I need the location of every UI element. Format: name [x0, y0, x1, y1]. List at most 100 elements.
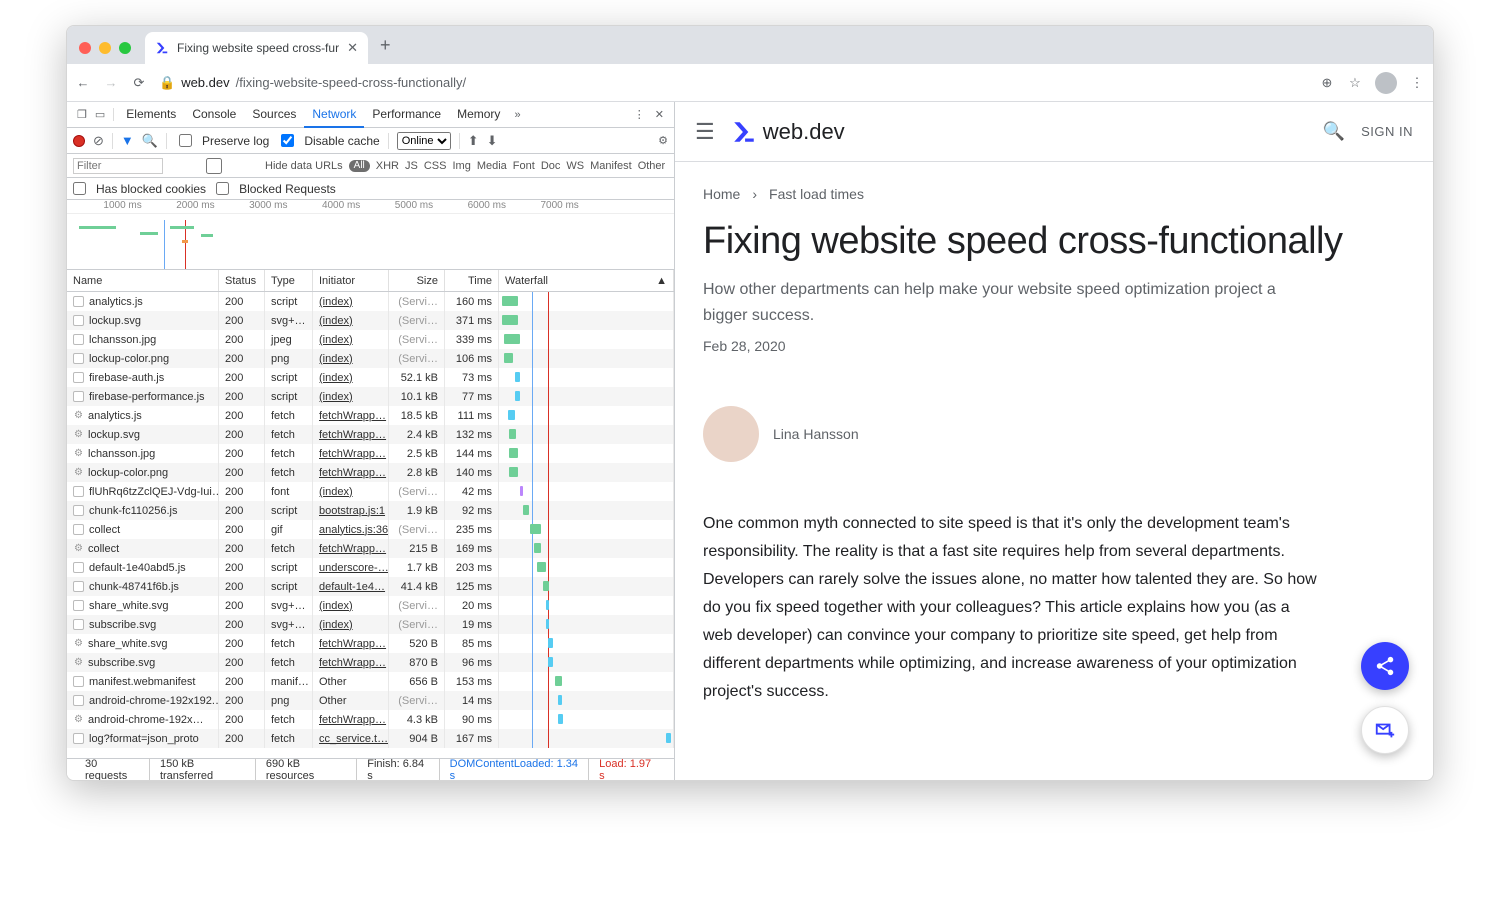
- filter-type-doc[interactable]: Doc: [541, 160, 561, 172]
- network-row[interactable]: ⚙lchansson.jpg200fetchfetchWrapp…2.5 kB1…: [67, 444, 674, 463]
- devtools-tab-network[interactable]: Network: [304, 102, 364, 128]
- breadcrumb-item[interactable]: Fast load times: [769, 186, 864, 202]
- import-har-icon[interactable]: ⬆: [468, 133, 479, 149]
- devtools-tab-performance[interactable]: Performance: [364, 102, 449, 128]
- inspect-icon[interactable]: ❐: [73, 108, 91, 121]
- request-initiator[interactable]: fetchWrapp…: [313, 425, 389, 444]
- filter-type-js[interactable]: JS: [405, 160, 418, 172]
- disable-cache-checkbox[interactable]: [281, 134, 294, 147]
- settings-gear-icon[interactable]: ⚙: [658, 134, 668, 147]
- col-size[interactable]: Size: [389, 270, 445, 291]
- close-tab-icon[interactable]: ✕: [347, 40, 358, 56]
- filter-type-manifest[interactable]: Manifest: [590, 160, 632, 172]
- request-initiator[interactable]: (index): [313, 368, 389, 387]
- clear-button[interactable]: ⊘: [93, 133, 104, 149]
- has-blocked-cookies-checkbox[interactable]: [73, 182, 86, 195]
- request-initiator[interactable]: (index): [313, 387, 389, 406]
- network-row[interactable]: chunk-fc110256.js200scriptbootstrap.js:1…: [67, 501, 674, 520]
- search-icon[interactable]: 🔍: [1323, 121, 1345, 142]
- new-tab-button[interactable]: +: [374, 35, 397, 64]
- close-devtools-icon[interactable]: ✕: [655, 108, 664, 121]
- request-initiator[interactable]: (index): [313, 292, 389, 311]
- col-name[interactable]: Name: [67, 270, 219, 291]
- filter-input[interactable]: [73, 158, 163, 174]
- share-fab[interactable]: [1361, 642, 1409, 690]
- request-initiator[interactable]: fetchWrapp…: [313, 539, 389, 558]
- network-row[interactable]: ⚙collect200fetchfetchWrapp…215 B169 ms: [67, 539, 674, 558]
- network-row[interactable]: lockup.svg200svg+…(index)(Servi…371 ms: [67, 311, 674, 330]
- more-tabs-icon[interactable]: »: [508, 109, 526, 121]
- forward-button[interactable]: →: [103, 75, 119, 90]
- site-logo[interactable]: web.dev: [731, 119, 845, 145]
- network-row[interactable]: manifest.webmanifest200manif…Other656 B1…: [67, 672, 674, 691]
- filter-type-all[interactable]: All: [349, 160, 370, 172]
- sign-in-button[interactable]: SIGN IN: [1361, 124, 1413, 139]
- network-row[interactable]: firebase-auth.js200script(index)52.1 kB7…: [67, 368, 674, 387]
- network-row[interactable]: lchansson.jpg200jpeg(index)(Servi…339 ms: [67, 330, 674, 349]
- request-initiator[interactable]: fetchWrapp…: [313, 653, 389, 672]
- author-name[interactable]: Lina Hansson: [773, 426, 859, 442]
- device-toggle-icon[interactable]: ▭: [91, 108, 114, 121]
- request-initiator[interactable]: (index): [313, 330, 389, 349]
- hamburger-menu-icon[interactable]: ☰: [695, 119, 715, 145]
- network-row[interactable]: chunk-48741f6b.js200scriptdefault-1e4…41…: [67, 577, 674, 596]
- col-type[interactable]: Type: [265, 270, 313, 291]
- request-initiator[interactable]: (index): [313, 615, 389, 634]
- network-row[interactable]: ⚙android-chrome-192x…200fetchfetchWrapp……: [67, 710, 674, 729]
- breadcrumb-item[interactable]: Home: [703, 186, 740, 202]
- request-initiator[interactable]: fetchWrapp…: [313, 444, 389, 463]
- preserve-log-checkbox[interactable]: [179, 134, 192, 147]
- filter-type-media[interactable]: Media: [477, 160, 507, 172]
- record-button[interactable]: [73, 135, 85, 147]
- reload-button[interactable]: ⟳: [131, 75, 147, 91]
- minimize-window-icon[interactable]: [99, 42, 111, 54]
- network-row[interactable]: flUhRq6tzZclQEJ-Vdg-Iui…200font(index)(S…: [67, 482, 674, 501]
- filter-type-xhr[interactable]: XHR: [376, 160, 399, 172]
- col-time[interactable]: Time: [445, 270, 499, 291]
- devtools-tab-sources[interactable]: Sources: [244, 102, 304, 128]
- filter-type-ws[interactable]: WS: [566, 160, 584, 172]
- blocked-requests-checkbox[interactable]: [216, 182, 229, 195]
- request-initiator[interactable]: (index): [313, 349, 389, 368]
- back-button[interactable]: ←: [75, 75, 91, 90]
- request-initiator[interactable]: analytics.js:36: [313, 520, 389, 539]
- filter-type-other[interactable]: Other: [638, 160, 666, 172]
- network-row[interactable]: ⚙subscribe.svg200fetchfetchWrapp…870 B96…: [67, 653, 674, 672]
- request-initiator[interactable]: (index): [313, 311, 389, 330]
- network-row[interactable]: analytics.js200script(index)(Servi…160 m…: [67, 292, 674, 311]
- network-row[interactable]: log?format=json_proto200fetchcc_service.…: [67, 729, 674, 748]
- search-icon[interactable]: 🔍: [142, 133, 158, 149]
- devtools-overflow-icon[interactable]: ⋮: [634, 108, 645, 121]
- network-row[interactable]: lockup-color.png200png(index)(Servi…106 …: [67, 349, 674, 368]
- request-initiator[interactable]: (index): [313, 596, 389, 615]
- hide-data-urls-checkbox[interactable]: [169, 158, 259, 174]
- request-initiator[interactable]: fetchWrapp…: [313, 634, 389, 653]
- request-initiator[interactable]: cc_service.t…: [313, 729, 389, 748]
- network-row[interactable]: ⚙analytics.js200fetchfetchWrapp…18.5 kB1…: [67, 406, 674, 425]
- network-overview[interactable]: 1000 ms2000 ms3000 ms4000 ms5000 ms6000 …: [67, 200, 674, 270]
- bookmark-icon[interactable]: ☆: [1347, 75, 1363, 91]
- request-initiator[interactable]: fetchWrapp…: [313, 710, 389, 729]
- network-row[interactable]: ⚙share_white.svg200fetchfetchWrapp…520 B…: [67, 634, 674, 653]
- request-initiator[interactable]: fetchWrapp…: [313, 463, 389, 482]
- devtools-tab-elements[interactable]: Elements: [118, 102, 184, 128]
- request-initiator[interactable]: (index): [313, 482, 389, 501]
- author-avatar[interactable]: [703, 406, 759, 462]
- network-row[interactable]: share_white.svg200svg+…(index)(Servi…20 …: [67, 596, 674, 615]
- request-initiator[interactable]: Other: [313, 691, 389, 710]
- request-initiator[interactable]: fetchWrapp…: [313, 406, 389, 425]
- network-row[interactable]: firebase-performance.js200script(index)1…: [67, 387, 674, 406]
- col-status[interactable]: Status: [219, 270, 265, 291]
- filter-type-css[interactable]: CSS: [424, 160, 447, 172]
- close-window-icon[interactable]: [79, 42, 91, 54]
- col-waterfall[interactable]: Waterfall▲: [499, 270, 674, 291]
- network-row[interactable]: android-chrome-192x192.…200pngOther(Serv…: [67, 691, 674, 710]
- throttling-select[interactable]: Online: [397, 132, 451, 150]
- overflow-menu-icon[interactable]: ⋮: [1409, 75, 1425, 91]
- network-row[interactable]: ⚙lockup.svg200fetchfetchWrapp…2.4 kB132 …: [67, 425, 674, 444]
- filter-type-img[interactable]: Img: [452, 160, 470, 172]
- request-initiator[interactable]: default-1e4…: [313, 577, 389, 596]
- export-har-icon[interactable]: ⬇: [487, 133, 498, 149]
- subscribe-fab[interactable]: [1361, 706, 1409, 754]
- network-row[interactable]: subscribe.svg200svg+…(index)(Servi…19 ms: [67, 615, 674, 634]
